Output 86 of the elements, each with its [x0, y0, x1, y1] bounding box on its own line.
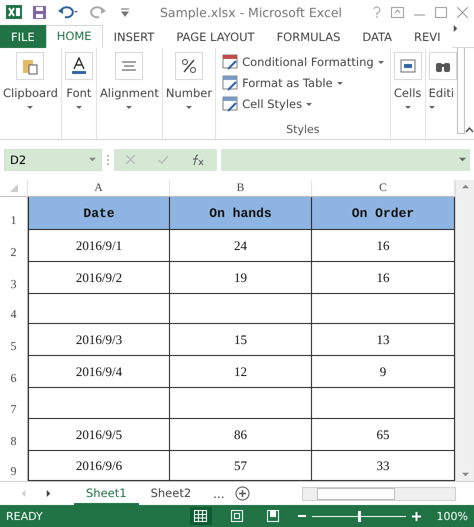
caret-icon [126, 106, 132, 109]
header-cell: On hands [170, 197, 312, 230]
next-sheet-icon[interactable] [45, 490, 52, 498]
table-format-icon [222, 75, 238, 92]
ribbon-tab[interactable]: HOME [46, 24, 103, 48]
header-cell: Date [28, 197, 170, 230]
group-label[interactable]: Font [66, 86, 92, 100]
caret-icon [186, 106, 192, 109]
scroll-down-icon[interactable] [462, 471, 468, 478]
group-button[interactable] [428, 52, 457, 80]
zoom-in-icon[interactable] [412, 512, 421, 521]
grip-icon [106, 154, 110, 166]
help-icon[interactable] [373, 6, 381, 18]
table-cell: 12 [170, 356, 312, 388]
caret-icon [306, 102, 312, 106]
table-cell: 2016/9/4 [28, 356, 170, 388]
table-cell: 57 [170, 451, 312, 482]
table-cell: 2016/9/3 [28, 324, 170, 356]
style-command[interactable]: Cell Styles [222, 94, 384, 115]
group-button[interactable] [115, 52, 144, 80]
ribbon-display-icon[interactable] [391, 6, 404, 18]
maximize-icon[interactable] [435, 6, 447, 18]
zoom-thumb[interactable] [358, 510, 361, 522]
group-button[interactable] [174, 52, 203, 80]
style-command[interactable]: Conditional Formatting [222, 52, 384, 73]
normal-view-icon[interactable] [190, 507, 212, 526]
file-tab[interactable]: FILE [0, 24, 46, 48]
style-command[interactable]: Format as Table [222, 72, 384, 94]
cell-styles-icon [222, 96, 238, 112]
window-title: Sample.xlsx - Microsoft Excel [158, 4, 344, 20]
table-cell: 9 [312, 356, 455, 388]
table-cell: 2016/9/2 [28, 262, 170, 294]
header-cell: On Order [312, 197, 455, 230]
percent-icon [180, 58, 197, 74]
zoom-out-icon[interactable] [298, 515, 306, 518]
excel-logo-icon [6, 5, 22, 20]
scroll-up-icon[interactable] [462, 183, 468, 190]
caret-icon [404, 106, 411, 109]
table-cell: 2016/9/1 [28, 230, 170, 262]
group-label[interactable]: Clipboard [3, 86, 58, 100]
sheet-tab[interactable]: Sheet2 [138, 482, 204, 506]
table-cell: 16 [312, 230, 455, 262]
status-text: READY [6, 510, 44, 523]
undo-icon[interactable] [57, 5, 79, 20]
group-label[interactable]: Cells [394, 86, 422, 100]
close-icon[interactable] [457, 6, 468, 18]
customize-toolbar-icon[interactable] [121, 7, 129, 18]
caret-icon [428, 106, 435, 109]
table-cell: 16 [312, 262, 455, 294]
group-label[interactable]: Number [166, 86, 212, 100]
add-sheet-icon[interactable] [234, 486, 250, 502]
group-button[interactable] [16, 52, 44, 80]
insert-function-icon[interactable] [191, 154, 206, 166]
table-cell: 33 [312, 451, 455, 482]
save-icon[interactable] [32, 4, 47, 20]
font-color-icon [70, 56, 87, 75]
table-cell: 65 [312, 419, 455, 452]
group-label: Styles [286, 123, 320, 136]
table-cell: 2016/9/6 [28, 451, 170, 482]
caret-icon [336, 82, 343, 85]
table-cell: 15 [170, 324, 312, 356]
horizontal-scrollbar[interactable] [302, 486, 456, 501]
group-button[interactable] [394, 52, 422, 80]
table-cell: 2016/9/5 [28, 419, 170, 452]
group-button[interactable] [64, 52, 93, 80]
name-box[interactable]: D2 [4, 148, 102, 171]
table-cell: 19 [170, 262, 312, 294]
group-label[interactable]: Editi [428, 86, 454, 100]
conditional-formatting-icon [222, 54, 238, 70]
caret-icon [27, 106, 34, 109]
group-label[interactable]: Alignment [100, 86, 159, 100]
dropdown-icon[interactable] [89, 156, 96, 164]
table-cell: 13 [312, 324, 455, 356]
table-cell: 24 [170, 230, 312, 262]
align-icon [122, 60, 136, 71]
collapse-ribbon-icon[interactable] [465, 127, 474, 134]
expand-icon[interactable] [459, 156, 466, 164]
ribbon-tab[interactable]: INSERT [102, 24, 166, 48]
caret-icon [76, 106, 82, 109]
table-cell: 86 [170, 419, 312, 452]
cells-icon [400, 58, 416, 74]
zoom-level[interactable]: 100% [436, 510, 468, 523]
scroll-right-icon[interactable] [452, 24, 459, 32]
formula-input[interactable] [221, 148, 470, 171]
caret-icon [378, 60, 384, 64]
more-sheets[interactable]: ... [213, 486, 225, 501]
